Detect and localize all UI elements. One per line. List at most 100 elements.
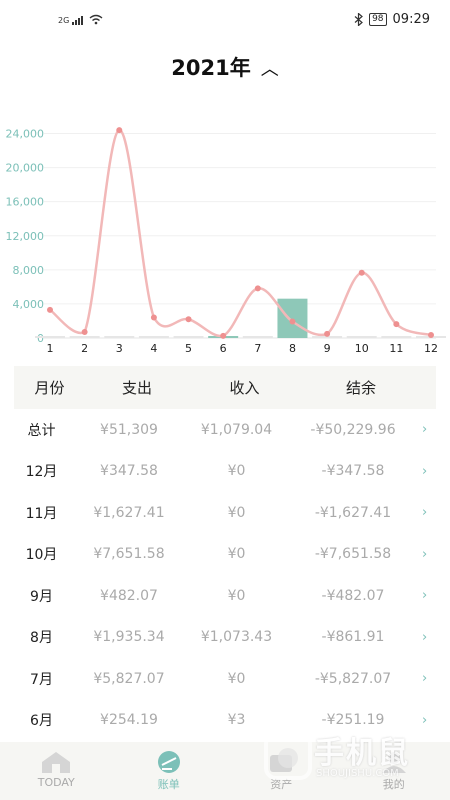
- expense-cell: ¥1,935.34: [93, 629, 165, 646]
- x-tick-label: 12: [424, 342, 438, 355]
- nav-bill-label: 账单: [157, 778, 180, 791]
- balance-cell: -¥251.19: [321, 712, 385, 729]
- table-row[interactable]: 7月 ¥5,827.07 ¥0 -¥5,827.07 ›: [0, 658, 450, 700]
- table-row[interactable]: 10月 ¥7,651.58 ¥0 -¥7,651.58 ›: [0, 534, 450, 576]
- income-cell: ¥0: [227, 587, 246, 604]
- chevron-right-icon: ›: [422, 505, 428, 521]
- income-bar: [138, 336, 169, 338]
- wifi-icon: [89, 14, 103, 25]
- nav-today[interactable]: TODAY: [0, 742, 113, 800]
- income-bar: [242, 336, 273, 338]
- income-cell: ¥1,079.04: [200, 421, 273, 438]
- col-balance-header: 结余: [345, 379, 376, 397]
- y-tick-label: 0: [37, 332, 44, 345]
- data-point: [358, 269, 365, 276]
- table-row[interactable]: 9月 ¥482.07 ¥0 -¥482.07 ›: [0, 575, 450, 617]
- expense-cell: ¥5,827.07: [93, 670, 165, 687]
- data-point: [185, 316, 192, 323]
- home-icon: [42, 752, 71, 773]
- month-cell: 8月: [30, 630, 53, 647]
- status-bar: 2G 98 09:29: [0, 0, 450, 40]
- x-tick-label: 11: [389, 342, 403, 355]
- income-bar: [381, 336, 412, 338]
- chevron-right-icon: ›: [422, 422, 428, 438]
- nav-bill[interactable]: 账单: [113, 742, 226, 800]
- data-point: [428, 332, 434, 339]
- bluetooth-icon: [354, 13, 364, 26]
- battery-indicator: 98: [369, 13, 387, 26]
- balance-cell: -¥5,827.07: [314, 670, 392, 687]
- income-bar: [277, 298, 308, 338]
- month-cell: 9月: [30, 588, 53, 605]
- year-selector[interactable]: 2021年 ︿: [0, 52, 450, 82]
- month-cell: 6月: [30, 713, 53, 730]
- chevron-right-icon: ›: [422, 671, 428, 687]
- mouse-logo-icon: [264, 732, 312, 780]
- income-bar: [346, 336, 377, 338]
- balance-cell: -¥7,651.58: [314, 546, 392, 563]
- nav-today-label: TODAY: [37, 776, 75, 789]
- col-income-header: 收入: [229, 379, 260, 397]
- chevron-up-icon[interactable]: ︿: [261, 59, 279, 80]
- income-cell: ¥1,073.43: [200, 629, 273, 646]
- watermark: 手机鼠 SHOUJISHU.COM: [262, 728, 432, 788]
- data-point: [81, 329, 88, 336]
- chevron-right-icon: ›: [422, 712, 428, 728]
- income-cell: ¥0: [227, 463, 246, 480]
- balance-cell: -¥50,229.96: [310, 421, 396, 438]
- income-cell: ¥0: [227, 546, 246, 563]
- data-point: [393, 321, 400, 328]
- table-row[interactable]: 12月 ¥347.58 ¥0 -¥347.58 ›: [0, 451, 450, 493]
- month-cell: 11月: [25, 505, 58, 522]
- expense-cell: ¥51,309: [100, 421, 158, 438]
- data-point: [289, 318, 296, 325]
- signal-icon: [72, 16, 84, 25]
- income-bar: [69, 336, 100, 338]
- income-bar: [35, 336, 65, 338]
- clock: 09:29: [392, 12, 430, 27]
- data-point: [254, 285, 261, 292]
- balance-cell: -¥1,627.41: [314, 504, 392, 521]
- x-tick-label: 2: [81, 342, 88, 355]
- watermark-url: SHOUJISHU.COM: [316, 768, 399, 779]
- month-cell: 10月: [25, 547, 58, 564]
- expense-cell: ¥347.58: [100, 463, 158, 480]
- data-point: [116, 127, 123, 134]
- expense-cell: ¥482.07: [100, 587, 158, 604]
- table-row[interactable]: 总计 ¥51,309 ¥1,079.04 -¥50,229.96 ›: [0, 409, 450, 451]
- year-title: 2021年: [171, 56, 251, 80]
- watermark-text: 手机鼠: [314, 736, 410, 771]
- chevron-right-icon: ›: [422, 463, 428, 479]
- income-cell: ¥0: [227, 670, 246, 687]
- monthly-summary-table: 月份 支出 收入 结余 总计 ¥51,309 ¥1,079.04 -¥50,229.9…: [0, 366, 450, 741]
- month-cell: 12月: [25, 464, 58, 481]
- y-tick-label: 8,000: [13, 264, 45, 277]
- data-point: [47, 306, 53, 313]
- income-cell: ¥3: [227, 712, 246, 729]
- signal-indicator: 2G: [58, 14, 103, 25]
- data-point: [150, 314, 157, 321]
- chevron-right-icon: ›: [422, 588, 428, 604]
- x-tick-label: 4: [150, 342, 157, 355]
- x-tick-label: 3: [116, 342, 123, 355]
- data-point: [220, 332, 227, 339]
- chevron-right-icon: ›: [422, 629, 428, 645]
- month-cell: 7月: [30, 671, 53, 688]
- table-row[interactable]: 8月 ¥1,935.34 ¥1,073.43 -¥861.91 ›: [0, 617, 450, 659]
- balance-cell: -¥482.07: [321, 587, 385, 604]
- x-tick-label: 7: [254, 342, 261, 355]
- table-header: 月份 支出 收入 结余: [14, 366, 436, 409]
- expense-line: [49, 128, 432, 338]
- chevron-right-icon: ›: [422, 546, 428, 562]
- x-tick-label: 8: [289, 342, 296, 355]
- y-tick-label: 24,000: [6, 128, 45, 141]
- y-tick-label: 4,000: [13, 298, 45, 311]
- data-point: [324, 330, 331, 337]
- network-type: 2G: [58, 16, 70, 25]
- table-row[interactable]: 11月 ¥1,627.41 ¥0 -¥1,627.41 ›: [0, 492, 450, 534]
- x-tick-label: 5: [185, 342, 192, 355]
- expense-cell: ¥1,627.41: [93, 504, 165, 521]
- income-cell: ¥0: [227, 504, 246, 521]
- monthly-expense-chart: 04,0008,00012,00016,00020,00024,0001 2 3 4 5…: [6, 127, 446, 355]
- x-tick-label: 9: [324, 342, 331, 355]
